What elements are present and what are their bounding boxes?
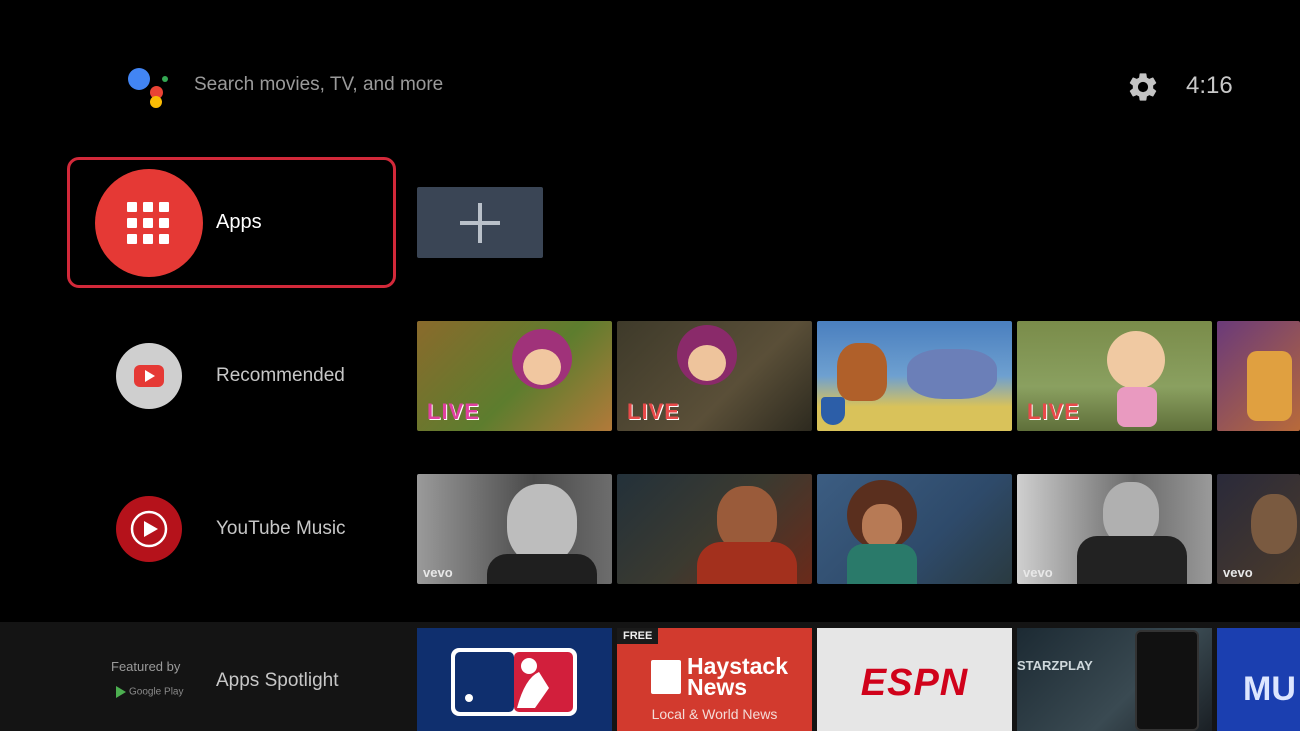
vevo-badge: vevo [1223,565,1253,580]
apps-label: Apps [216,211,262,233]
app-tile-starzplay[interactable]: STARZPLAY [1017,628,1212,731]
espn-logo: ESPN [860,662,969,704]
video-tile[interactable]: LIVE [1017,321,1212,431]
mu-logo: MU [1243,670,1296,708]
free-badge: FREE [617,628,659,644]
music-video-tile[interactable] [617,474,812,584]
live-badge: LIVE [427,399,480,424]
gear-icon[interactable] [1126,70,1160,104]
haystack-logo-icon [651,660,681,694]
video-tile[interactable]: LIVE [617,321,812,431]
app-tile-mlb[interactable] [417,628,612,731]
google-play-text: Google Play [129,686,184,698]
live-badge: LIVE [1027,399,1080,424]
apps-spotlight-label: Apps Spotlight [216,670,339,691]
apps-grid-icon[interactable] [95,169,203,277]
vevo-badge: vevo [423,565,453,580]
add-app-button[interactable] [417,187,543,258]
app-tile-espn[interactable]: ESPN [817,628,1012,731]
plus-icon [460,203,500,243]
haystack-subtitle: Local & World News [651,706,778,722]
search-bar[interactable]: Search movies, TV, and more [194,74,443,96]
music-video-tile[interactable]: vevo [1017,474,1212,584]
clock: 4:16 [1186,72,1233,99]
video-tile[interactable] [1217,321,1300,431]
haystack-title: Haystack News [687,653,789,700]
youtube-music-icon[interactable] [116,496,182,562]
row-label-youtube-music: YouTube Music [216,518,346,539]
youtube-icon[interactable] [116,343,182,409]
music-video-tile[interactable]: vevo [1217,474,1300,584]
video-tile[interactable]: LIVE [417,321,612,431]
video-tile[interactable] [817,321,1012,431]
featured-by-label: Featured by [111,659,181,674]
music-video-tile[interactable]: vevo [417,474,612,584]
app-tile-haystack-news[interactable]: FREE Haystack News Local & World News [617,628,812,731]
live-badge: LIVE [627,399,680,424]
google-play-logo: Google Play [116,686,183,698]
starzplay-logo: STARZPLAY [1017,658,1093,673]
music-video-tile[interactable] [817,474,1012,584]
google-assistant-icon[interactable] [126,66,170,108]
mlb-logo [451,648,577,716]
row-label-recommended: Recommended [216,365,345,386]
app-tile-mu[interactable]: MU [1217,628,1300,731]
vevo-badge: vevo [1023,565,1053,580]
